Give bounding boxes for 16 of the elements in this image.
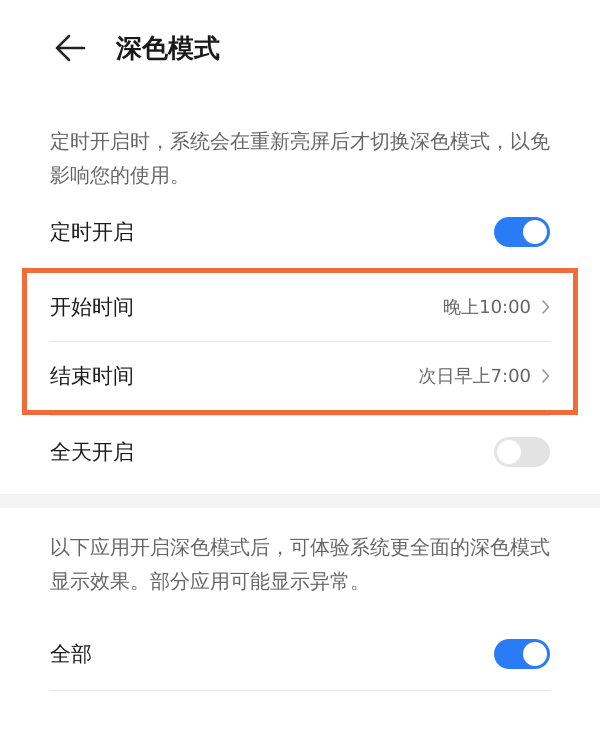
- time-value[interactable]: 晚上10:00: [443, 295, 531, 319]
- toggle-switch[interactable]: [494, 437, 550, 467]
- setting-label: 定时开启: [50, 219, 134, 246]
- description-text: 定时开启时，系统会在重新亮屏后才切换深色模式，以免影响您的使用。: [50, 128, 550, 189]
- page-title: 深色模式: [116, 32, 220, 66]
- description-text: 以下应用开启深色模式后，可体验系统更全面的深色模式显示效果。部分应用可能显示异常。: [50, 534, 550, 595]
- toggle-switch[interactable]: [494, 217, 550, 247]
- time-value[interactable]: 次日早上7:00: [418, 364, 531, 388]
- setting-label: 全天开启: [50, 439, 134, 466]
- toggle-switch[interactable]: [494, 639, 550, 669]
- back-icon[interactable]: [54, 34, 86, 62]
- chevron-icon: [541, 299, 550, 315]
- setting-label: 结束时间: [50, 363, 134, 390]
- chevron-icon: [541, 368, 550, 384]
- setting-label: 开始时间: [50, 294, 134, 321]
- setting-label: 全部: [50, 641, 92, 668]
